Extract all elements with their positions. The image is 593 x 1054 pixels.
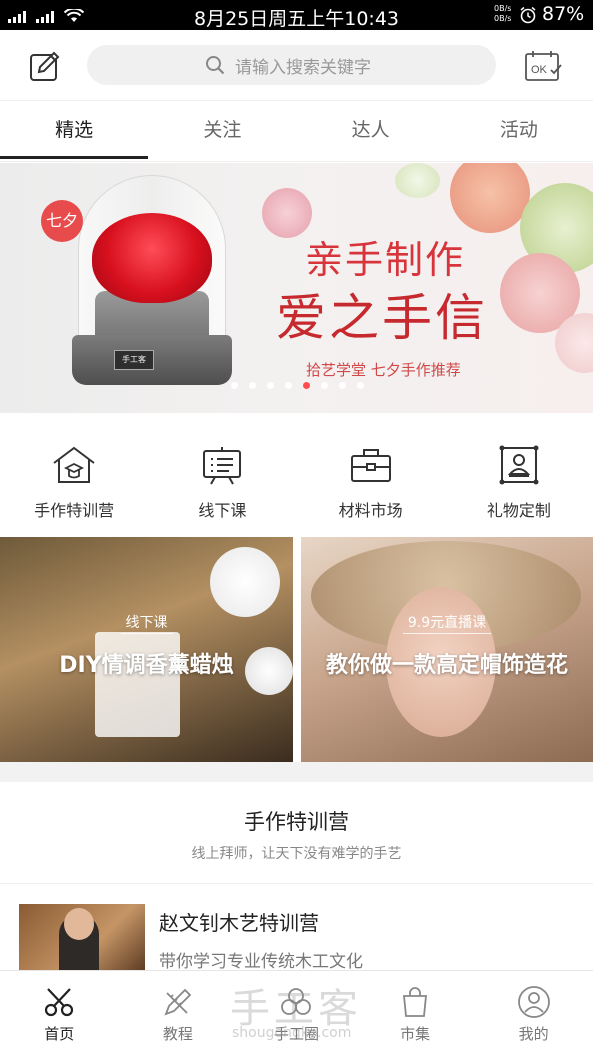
watermark-url: shougongke.com (232, 1025, 352, 1041)
course-tag-text: 线下课 (120, 613, 173, 634)
section-divider (0, 762, 593, 782)
banner-subtitle: 拾艺学堂 七夕手作推荐 (306, 361, 461, 379)
nav-tutorials[interactable]: 教程 (119, 971, 238, 1054)
section-title: 手作特训营 (244, 810, 349, 834)
edit-icon[interactable] (27, 48, 63, 84)
tab-featured[interactable]: 精选 (0, 101, 149, 161)
carousel-dots (231, 382, 364, 389)
carousel-dot[interactable] (267, 382, 274, 389)
category-label: 礼物定制 (486, 501, 551, 520)
carousel-dot[interactable] (231, 382, 238, 389)
tab-events[interactable]: 活动 (445, 101, 593, 161)
search-bar[interactable]: 请输入搜索关键字 (87, 45, 496, 85)
carousel-dot[interactable] (249, 382, 256, 389)
carousel-dot[interactable] (303, 382, 310, 389)
camp-description: 带你学习专业传统木工文化 (159, 952, 363, 972)
category-row: 手作特训营 线下课 材料市场 礼物定制 (0, 413, 593, 536)
scissors-icon (45, 988, 74, 1017)
carousel-dot[interactable] (357, 382, 364, 389)
shopping-bag-icon (403, 987, 428, 1017)
flower-decoration (395, 163, 440, 198)
course-cards: 线下课 DIY情调香薰蜡烛 9.9元直播课 教你做一款高定帽饰造花 (0, 537, 593, 762)
nav-label: 首页 (44, 1025, 75, 1043)
tab-bar: 精选 关注 达人 活动 (0, 100, 593, 162)
banner-title-line1: 亲手制作 (305, 238, 466, 282)
flower-decoration (450, 163, 530, 233)
carousel-dot[interactable] (339, 382, 346, 389)
status-bar: 8月25日周五上午10:43 0B/s 0B/s 87% (0, 0, 593, 30)
banner-title-line2: 爱之手信 (276, 289, 488, 347)
network-speed: 0B/s 0B/s (494, 4, 511, 24)
checkin-text: OK (531, 64, 548, 76)
camp-title[interactable]: 赵文钊木艺特训营 (159, 907, 319, 936)
course-title: 教你做一款高定帽饰造花 (325, 653, 568, 678)
search-icon (206, 56, 225, 75)
red-rose (92, 213, 212, 303)
net-down: 0B/s (494, 14, 512, 23)
alarm-icon (520, 6, 536, 24)
toolbox-icon (350, 449, 391, 482)
divider (0, 883, 593, 884)
white-flower (210, 547, 280, 617)
qixi-badge: 七夕 (41, 200, 83, 242)
battery-level: 87% (542, 3, 585, 25)
tab-following[interactable]: 关注 (148, 101, 296, 161)
carousel-dot[interactable] (321, 382, 328, 389)
camp-thumbnail[interactable] (19, 904, 145, 972)
pencil-ruler-icon (164, 988, 192, 1016)
nav-market[interactable]: 市集 (356, 971, 475, 1054)
category-label: 手作特训营 (34, 501, 115, 520)
course-card-candle[interactable]: 线下课 DIY情调香薰蜡烛 (0, 537, 293, 762)
promo-banner[interactable]: 手工客 七夕 亲手制作 爱之手信 拾艺学堂 七夕手作推荐 (0, 163, 593, 413)
nav-home[interactable]: 首页 (0, 971, 119, 1054)
nav-profile[interactable]: 我的 (474, 971, 593, 1054)
course-tag-text: 9.9元直播课 (402, 613, 492, 634)
course-tag: 线下课 (0, 613, 293, 634)
course-title: DIY情调香薰蜡烛 (59, 653, 234, 678)
category-label: 材料市场 (338, 501, 403, 520)
nav-label: 市集 (400, 1025, 431, 1043)
category-training-camp[interactable]: 手作特训营 (0, 413, 148, 536)
nav-label: 教程 (162, 1025, 193, 1043)
carousel-dot[interactable] (285, 382, 292, 389)
category-material-market[interactable]: 材料市场 (297, 413, 445, 536)
instructor-head (64, 908, 94, 940)
category-label: 线下课 (198, 501, 247, 520)
section-subtitle: 线上拜师，让天下没有难学的手艺 (191, 846, 402, 862)
net-up: 0B/s (494, 4, 512, 13)
tab-experts[interactable]: 达人 (297, 101, 445, 161)
board-icon (203, 447, 242, 485)
search-placeholder: 请输入搜索关键字 (235, 57, 371, 78)
top-header: 请输入搜索关键字 OK (0, 30, 593, 100)
course-card-hat-flower[interactable]: 9.9元直播课 教你做一款高定帽饰造花 (301, 537, 593, 762)
product-plaque: 手工客 (114, 350, 154, 370)
gift-card-icon (499, 445, 539, 485)
category-offline-class[interactable]: 线下课 (148, 413, 296, 536)
school-house-icon (53, 446, 95, 483)
course-tag: 9.9元直播课 (301, 613, 593, 634)
nav-label: 我的 (518, 1025, 549, 1043)
user-icon (517, 986, 550, 1018)
calendar-ok-icon[interactable]: OK (523, 50, 563, 82)
category-gift-custom[interactable]: 礼物定制 (445, 413, 593, 536)
